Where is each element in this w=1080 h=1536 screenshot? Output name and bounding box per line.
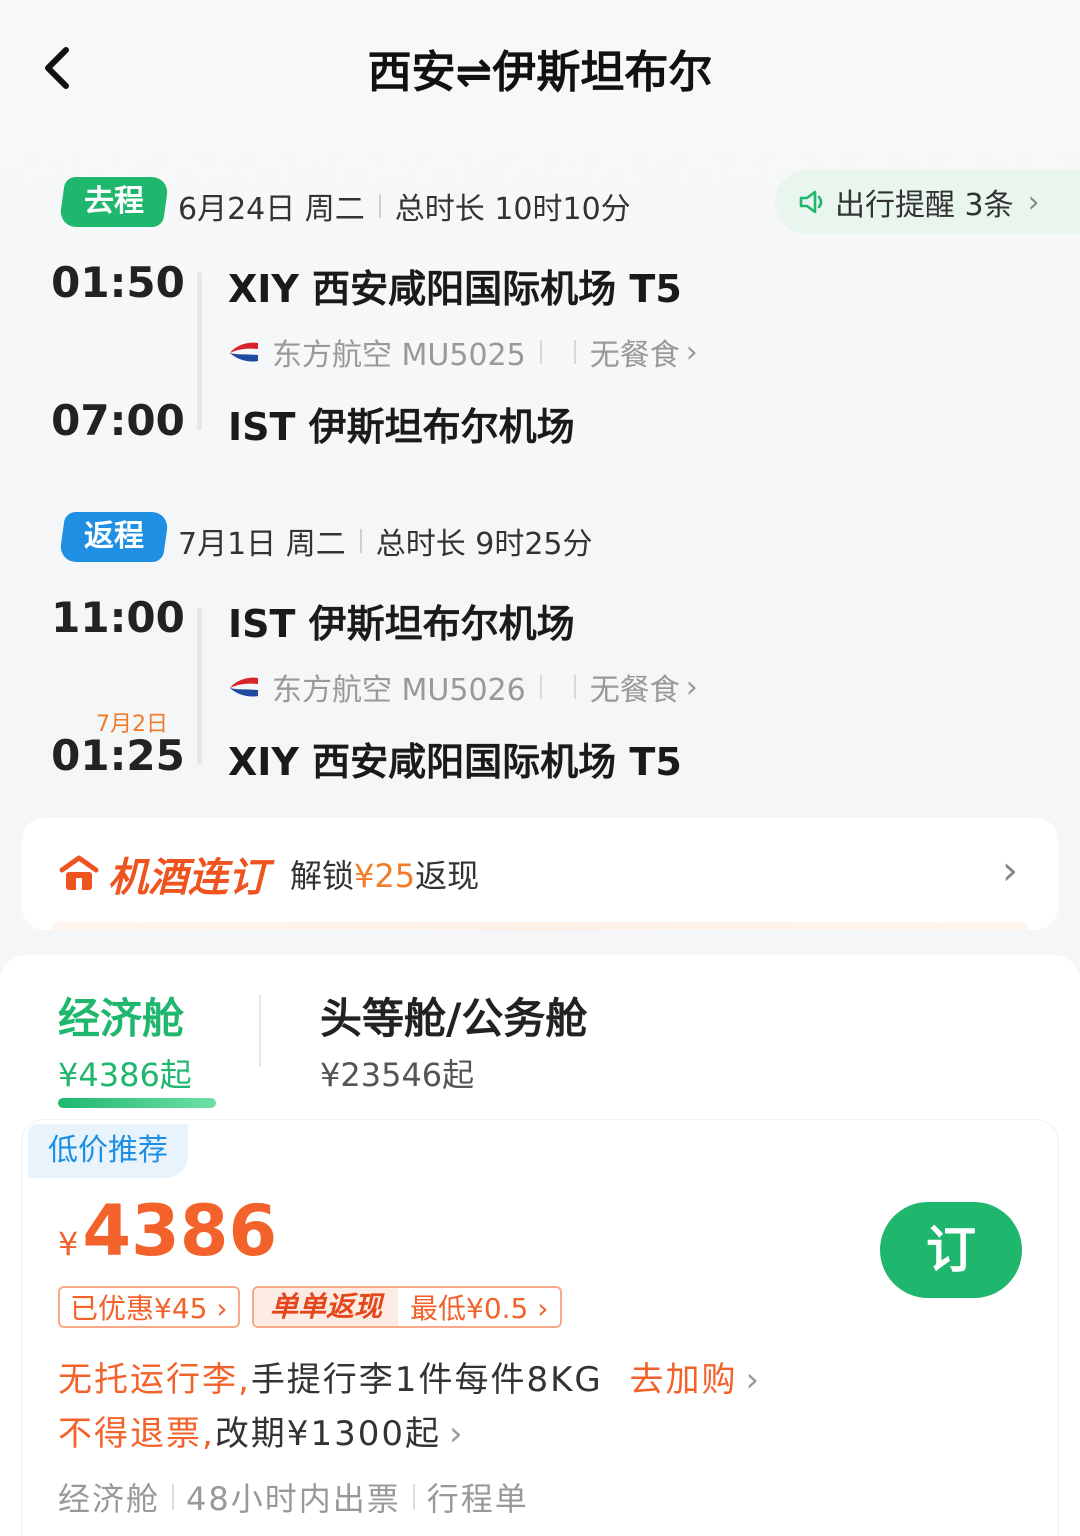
- china-eastern-logo-icon: [230, 677, 258, 697]
- tab-economy[interactable]: 经济舱 ¥4386起: [58, 985, 192, 1096]
- cabin-price: ¥4386起: [58, 1056, 192, 1094]
- outbound-info: 6月24日 周二 总时长 10时10分: [178, 184, 631, 228]
- outbound-depart-airport: XIY 西安咸阳国际机场 T5: [228, 267, 682, 311]
- outbound-airline: 东方航空 MU5025: [272, 338, 526, 373]
- tab-first-business[interactable]: 头等舱/公务舱 ¥23546起: [320, 985, 587, 1096]
- speaker-icon: [799, 190, 823, 214]
- outbound-date: 6月24日 周二: [178, 192, 365, 227]
- divider: [359, 529, 362, 553]
- divider: [412, 1484, 415, 1510]
- outbound-arrive-airport: IST 伊斯坦布尔机场: [228, 405, 575, 449]
- hotel-icon: [59, 855, 99, 890]
- divider: [573, 675, 576, 699]
- baggage-rule[interactable]: 无托运行李,手提行李1件每件8KG 去加购 ›: [58, 1352, 761, 1401]
- return-depart-time: 11:00: [51, 593, 185, 642]
- active-tab-indicator: [58, 1098, 216, 1108]
- cabin-name: 经济舱: [58, 994, 185, 1043]
- chevron-right-icon: ›: [1027, 184, 1040, 220]
- divider: [573, 340, 576, 364]
- divider: [172, 1484, 175, 1510]
- return-duration: 总时长 9时25分: [375, 527, 593, 562]
- outbound-flight-row[interactable]: 东方航空 MU5025 无餐食 ›: [228, 330, 698, 374]
- fare-meta: 经济舱 48小时内出票 行程单: [58, 1480, 529, 1518]
- route-line: [197, 607, 202, 765]
- outbound-duration: 总时长 10时10分: [394, 192, 631, 227]
- page-title: 西安⇌伊斯坦布尔: [367, 47, 713, 98]
- divider: [259, 995, 261, 1067]
- cabin-price: ¥23546起: [320, 1056, 475, 1094]
- cabin-name: 头等舱/公务舱: [320, 994, 588, 1043]
- chevron-right-icon: ›: [685, 334, 698, 370]
- route-line: [197, 272, 202, 430]
- return-arrive-time: 01:25: [51, 731, 185, 780]
- card-bottom-accent: [52, 922, 1028, 930]
- return-airline: 东方航空 MU5026: [272, 673, 526, 708]
- outbound-arrive-time: 07:00: [51, 396, 185, 445]
- hotel-bundle-card[interactable]: 机酒连订 解锁¥25返现 ›: [22, 818, 1058, 930]
- book-button[interactable]: 订: [880, 1202, 1022, 1298]
- chevron-right-icon: ›: [745, 1360, 762, 1400]
- discount-coupon[interactable]: 已优惠¥45 ›: [58, 1286, 240, 1328]
- return-info: 7月1日 周二 总时长 9时25分: [178, 519, 593, 563]
- return-depart-airport: IST 伊斯坦布尔机场: [228, 602, 575, 646]
- outbound-tag: 去程: [58, 177, 170, 227]
- divider: [378, 194, 381, 218]
- outbound-depart-time: 01:50: [51, 258, 185, 307]
- bundle-brand: 机酒连订: [108, 855, 268, 901]
- outbound-meal: 无餐食: [589, 338, 680, 373]
- refund-rule[interactable]: 不得退票,改期¥1300起 ›: [58, 1406, 465, 1455]
- return-tag: 返程: [58, 512, 170, 562]
- return-meal: 无餐食: [589, 673, 680, 708]
- reminder-label: 出行提醒 3条: [835, 188, 1014, 223]
- chevron-right-icon: ›: [685, 669, 698, 705]
- fare-price: ¥4386: [58, 1190, 278, 1272]
- bundle-desc: 解锁¥25返现: [290, 857, 480, 895]
- return-flight-row[interactable]: 东方航空 MU5026 无餐食 ›: [228, 665, 698, 709]
- china-eastern-logo-icon: [230, 342, 258, 362]
- travel-reminder-button[interactable]: 出行提醒 3条 ›: [775, 170, 1080, 234]
- chevron-right-icon: ›: [448, 1414, 465, 1454]
- low-price-tag: 低价推荐: [28, 1124, 188, 1178]
- return-arrive-airport: XIY 西安咸阳国际机场 T5: [228, 740, 682, 784]
- cashback-coupon[interactable]: 单单返现 最低¥0.5 ›: [252, 1286, 563, 1328]
- divider: [539, 340, 542, 364]
- divider: [539, 675, 542, 699]
- return-date: 7月1日 周二: [178, 527, 346, 562]
- chevron-right-icon: ›: [1002, 848, 1018, 894]
